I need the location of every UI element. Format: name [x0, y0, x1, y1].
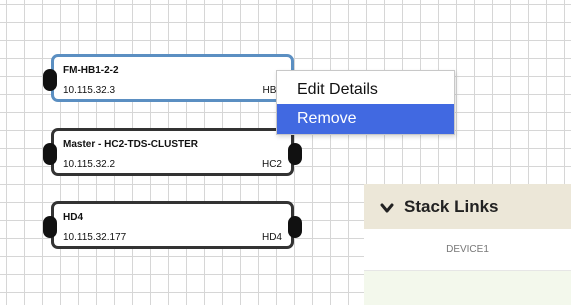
node-ip-address: 10.115.32.177 — [63, 232, 127, 243]
node-port-right[interactable] — [288, 216, 302, 238]
node-port-left[interactable] — [43, 69, 57, 91]
node-ip-address: 10.115.32.2 — [63, 159, 116, 170]
device-node-master-hc2[interactable]: Master - HC2-TDS-CLUSTER 10.115.32.2 HC2 — [43, 128, 302, 176]
stack-links-header[interactable]: Stack Links — [364, 184, 571, 229]
node-name: FM-HB1-2-2 — [63, 65, 119, 76]
node-ip-address: 10.115.32.3 — [63, 85, 116, 96]
device-node-hd4[interactable]: HD4 10.115.32.177 HD4 — [43, 201, 302, 249]
node-tag: HD4 — [261, 232, 282, 243]
context-menu: Edit Details Remove — [276, 70, 455, 135]
node-tag: HC2 — [261, 159, 282, 170]
menu-item-edit-details[interactable]: Edit Details — [277, 75, 454, 105]
menu-item-remove[interactable]: Remove — [277, 104, 454, 134]
chevron-down-icon[interactable] — [380, 199, 394, 219]
node-port-left[interactable] — [43, 143, 57, 165]
node-name: Master - HC2-TDS-CLUSTER — [63, 139, 199, 150]
stack-links-panel: Stack Links DEVICE1 — [364, 184, 571, 305]
device-node-fm-hb1-2-2[interactable]: FM-HB1-2-2 10.115.32.3 HB1 — [43, 54, 294, 102]
node-name: HD4 — [63, 212, 84, 223]
stack-links-title: Stack Links — [404, 197, 499, 216]
node-port-right[interactable] — [288, 143, 302, 165]
node-port-left[interactable] — [43, 216, 57, 238]
column-header-device1[interactable]: DEVICE1 — [364, 229, 571, 271]
